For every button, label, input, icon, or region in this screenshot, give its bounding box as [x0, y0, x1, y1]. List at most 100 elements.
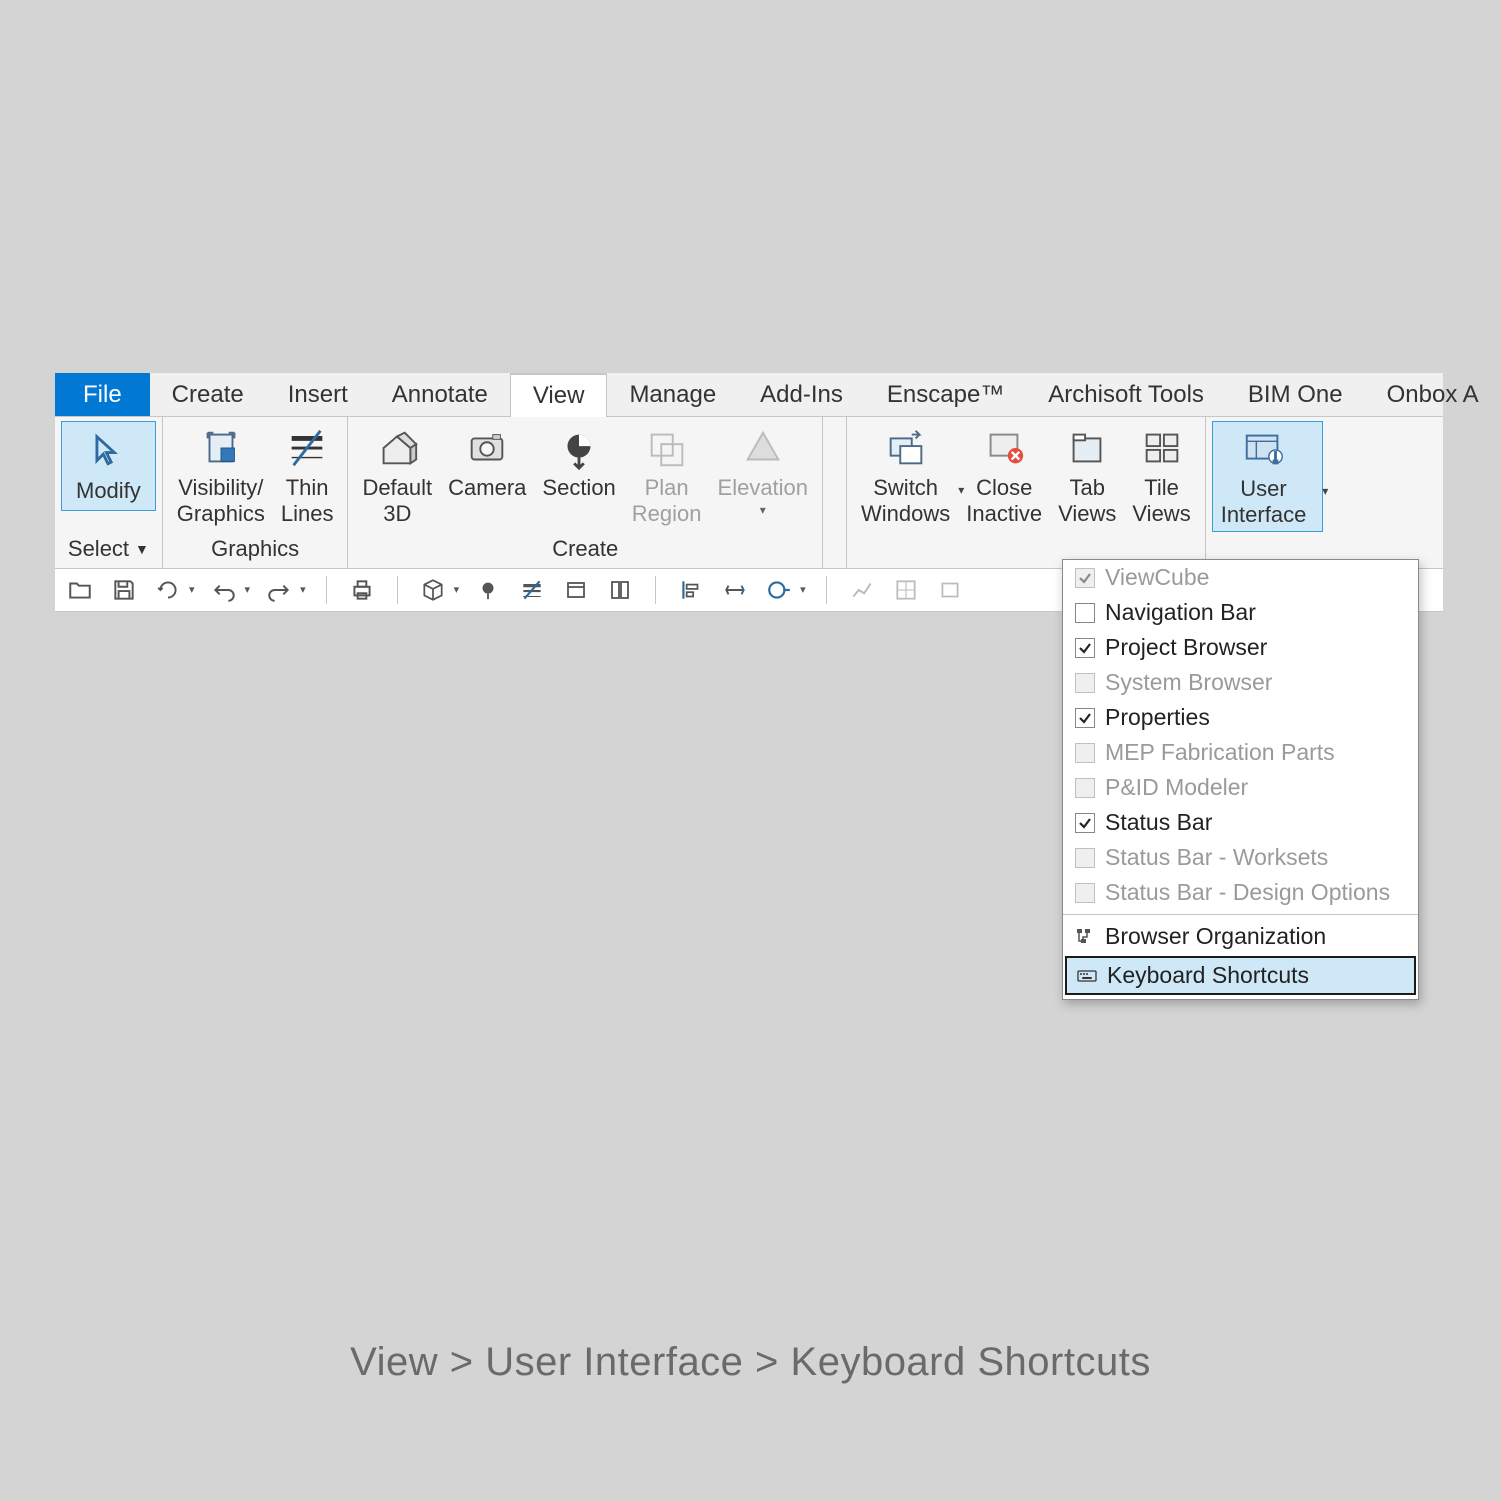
plan-line2: Region	[632, 501, 702, 527]
checkbox-checked-icon[interactable]	[1075, 708, 1095, 728]
dd-label: MEP Fabrication Parts	[1105, 739, 1335, 766]
switch-windows-button[interactable]: Switch Windows ▾	[853, 421, 958, 530]
tv-line1: Tab	[1070, 475, 1105, 501]
checkbox-icon	[1075, 848, 1095, 868]
dd-label: Properties	[1105, 704, 1210, 731]
plan-region-icon	[644, 425, 690, 471]
dd-item-browser-org[interactable]: Browser Organization	[1063, 919, 1418, 954]
thin-lines-button[interactable]: Thin Lines	[273, 421, 342, 530]
section-icon	[556, 425, 602, 471]
ci-line2: Inactive	[966, 501, 1042, 527]
dropdown-caret-icon: ▼	[135, 541, 149, 557]
measure-icon[interactable]	[720, 575, 750, 605]
dd-label: System Browser	[1105, 669, 1272, 696]
dd-item-statusbar[interactable]: Status Bar	[1063, 805, 1418, 840]
tab-archisoft[interactable]: Archisoft Tools	[1026, 373, 1226, 416]
tab-annotate[interactable]: Annotate	[370, 373, 510, 416]
switch-windows-icon	[883, 425, 929, 471]
user-interface-icon	[1241, 426, 1287, 472]
close-inactive-button[interactable]: Close Inactive	[958, 421, 1050, 530]
menu-separator	[1063, 914, 1418, 915]
sw-line1: Switch	[873, 475, 938, 501]
camera-label: Camera	[448, 475, 526, 501]
dd-label: Status Bar - Worksets	[1105, 844, 1328, 871]
ui-line2: Interface	[1221, 502, 1307, 528]
dd-item-project-browser[interactable]: Project Browser	[1063, 630, 1418, 665]
cube-icon[interactable]	[418, 575, 448, 605]
tab-create[interactable]: Create	[150, 373, 266, 416]
checkbox-icon	[1075, 743, 1095, 763]
ui-line1: User	[1240, 476, 1286, 502]
checkbox-icon	[1075, 883, 1095, 903]
split-icon[interactable]	[605, 575, 635, 605]
save-icon[interactable]	[109, 575, 139, 605]
dd-item-properties[interactable]: Properties	[1063, 700, 1418, 735]
tab-strip: File Create Insert Annotate View Manage …	[55, 373, 1443, 417]
tab-manage[interactable]: Manage	[607, 373, 738, 416]
ci-line1: Close	[976, 475, 1032, 501]
cursor-icon	[85, 428, 131, 474]
checkbox-checked-icon[interactable]	[1075, 638, 1095, 658]
tab-file[interactable]: File	[55, 373, 150, 416]
checkbox-checked-icon[interactable]	[1075, 813, 1095, 833]
tab-insert[interactable]: Insert	[266, 373, 370, 416]
window-icon[interactable]	[561, 575, 591, 605]
default-3d-button[interactable]: Default 3D	[354, 421, 440, 530]
dd-item-system-browser: System Browser	[1063, 665, 1418, 700]
section-small-icon[interactable]	[473, 575, 503, 605]
tree-icon	[1075, 927, 1095, 947]
tab-views-icon	[1064, 425, 1110, 471]
print-icon[interactable]	[347, 575, 377, 605]
tab-views-button[interactable]: Tab Views	[1050, 421, 1124, 530]
checkbox-checked-icon	[1075, 568, 1095, 588]
dd-item-keyboard-shortcuts[interactable]: Keyboard Shortcuts	[1065, 956, 1416, 995]
caret-icon[interactable]: ▾	[189, 583, 195, 596]
section-button[interactable]: Section	[534, 421, 623, 530]
open-icon[interactable]	[65, 575, 95, 605]
close-inactive-icon	[981, 425, 1027, 471]
user-interface-dropdown: ViewCube Navigation Bar Project Browser …	[1062, 559, 1419, 1000]
dd-item-viewcube: ViewCube	[1063, 560, 1418, 595]
user-interface-button[interactable]: User Interface ▾	[1212, 421, 1324, 532]
tag-icon[interactable]	[764, 575, 794, 605]
panel-windows: Switch Windows ▾ Close Inactive	[847, 417, 1206, 568]
dd-item-navbar[interactable]: Navigation Bar	[1063, 595, 1418, 630]
tab-view[interactable]: View	[510, 373, 608, 417]
thin-line1: Thin	[286, 475, 329, 501]
camera-button[interactable]: Camera	[440, 421, 534, 530]
caret-icon[interactable]: ▾	[800, 583, 806, 596]
sync-icon[interactable]	[153, 575, 183, 605]
tile-views-button[interactable]: Tile Views	[1124, 421, 1198, 530]
dd-label: Status Bar - Design Options	[1105, 879, 1390, 906]
link-icon	[935, 575, 965, 605]
tab-addins[interactable]: Add-Ins	[738, 373, 865, 416]
caret-icon[interactable]: ▾	[245, 583, 251, 596]
modify-button[interactable]: Modify	[61, 421, 156, 511]
redo-icon[interactable]	[264, 575, 294, 605]
ribbon: Modify Select ▼	[55, 417, 1443, 569]
panel-create: Default 3D Camera	[348, 417, 823, 568]
panel-select: Modify Select ▼	[55, 417, 163, 568]
checkbox-icon[interactable]	[1075, 603, 1095, 623]
undo-icon[interactable]	[209, 575, 239, 605]
house-3d-icon	[374, 425, 420, 471]
section-label: Section	[542, 475, 615, 501]
align-icon[interactable]	[676, 575, 706, 605]
visibility-graphics-button[interactable]: Visibility/ Graphics	[169, 421, 273, 530]
dd-label: P&ID Modeler	[1105, 774, 1248, 801]
panel-create-label: Create	[348, 532, 822, 568]
tile-line2: Views	[1132, 501, 1190, 527]
thinlines-small-icon[interactable]	[517, 575, 547, 605]
tab-bimone[interactable]: BIM One	[1226, 373, 1365, 416]
plan-line1: Plan	[645, 475, 689, 501]
plan-region-button: Plan Region	[624, 421, 710, 530]
panel-spacer	[823, 417, 847, 568]
tab-enscape[interactable]: Enscape™	[865, 373, 1026, 416]
thin-line2: Lines	[281, 501, 334, 527]
elev-label: Elevation	[718, 475, 809, 501]
caret-icon[interactable]: ▾	[454, 583, 460, 596]
tab-onbox[interactable]: Onbox A	[1365, 373, 1501, 416]
caret-icon[interactable]: ▾	[300, 583, 306, 596]
vg-line1: Visibility/	[178, 475, 263, 501]
panel-select-footer[interactable]: Select ▼	[55, 532, 162, 568]
